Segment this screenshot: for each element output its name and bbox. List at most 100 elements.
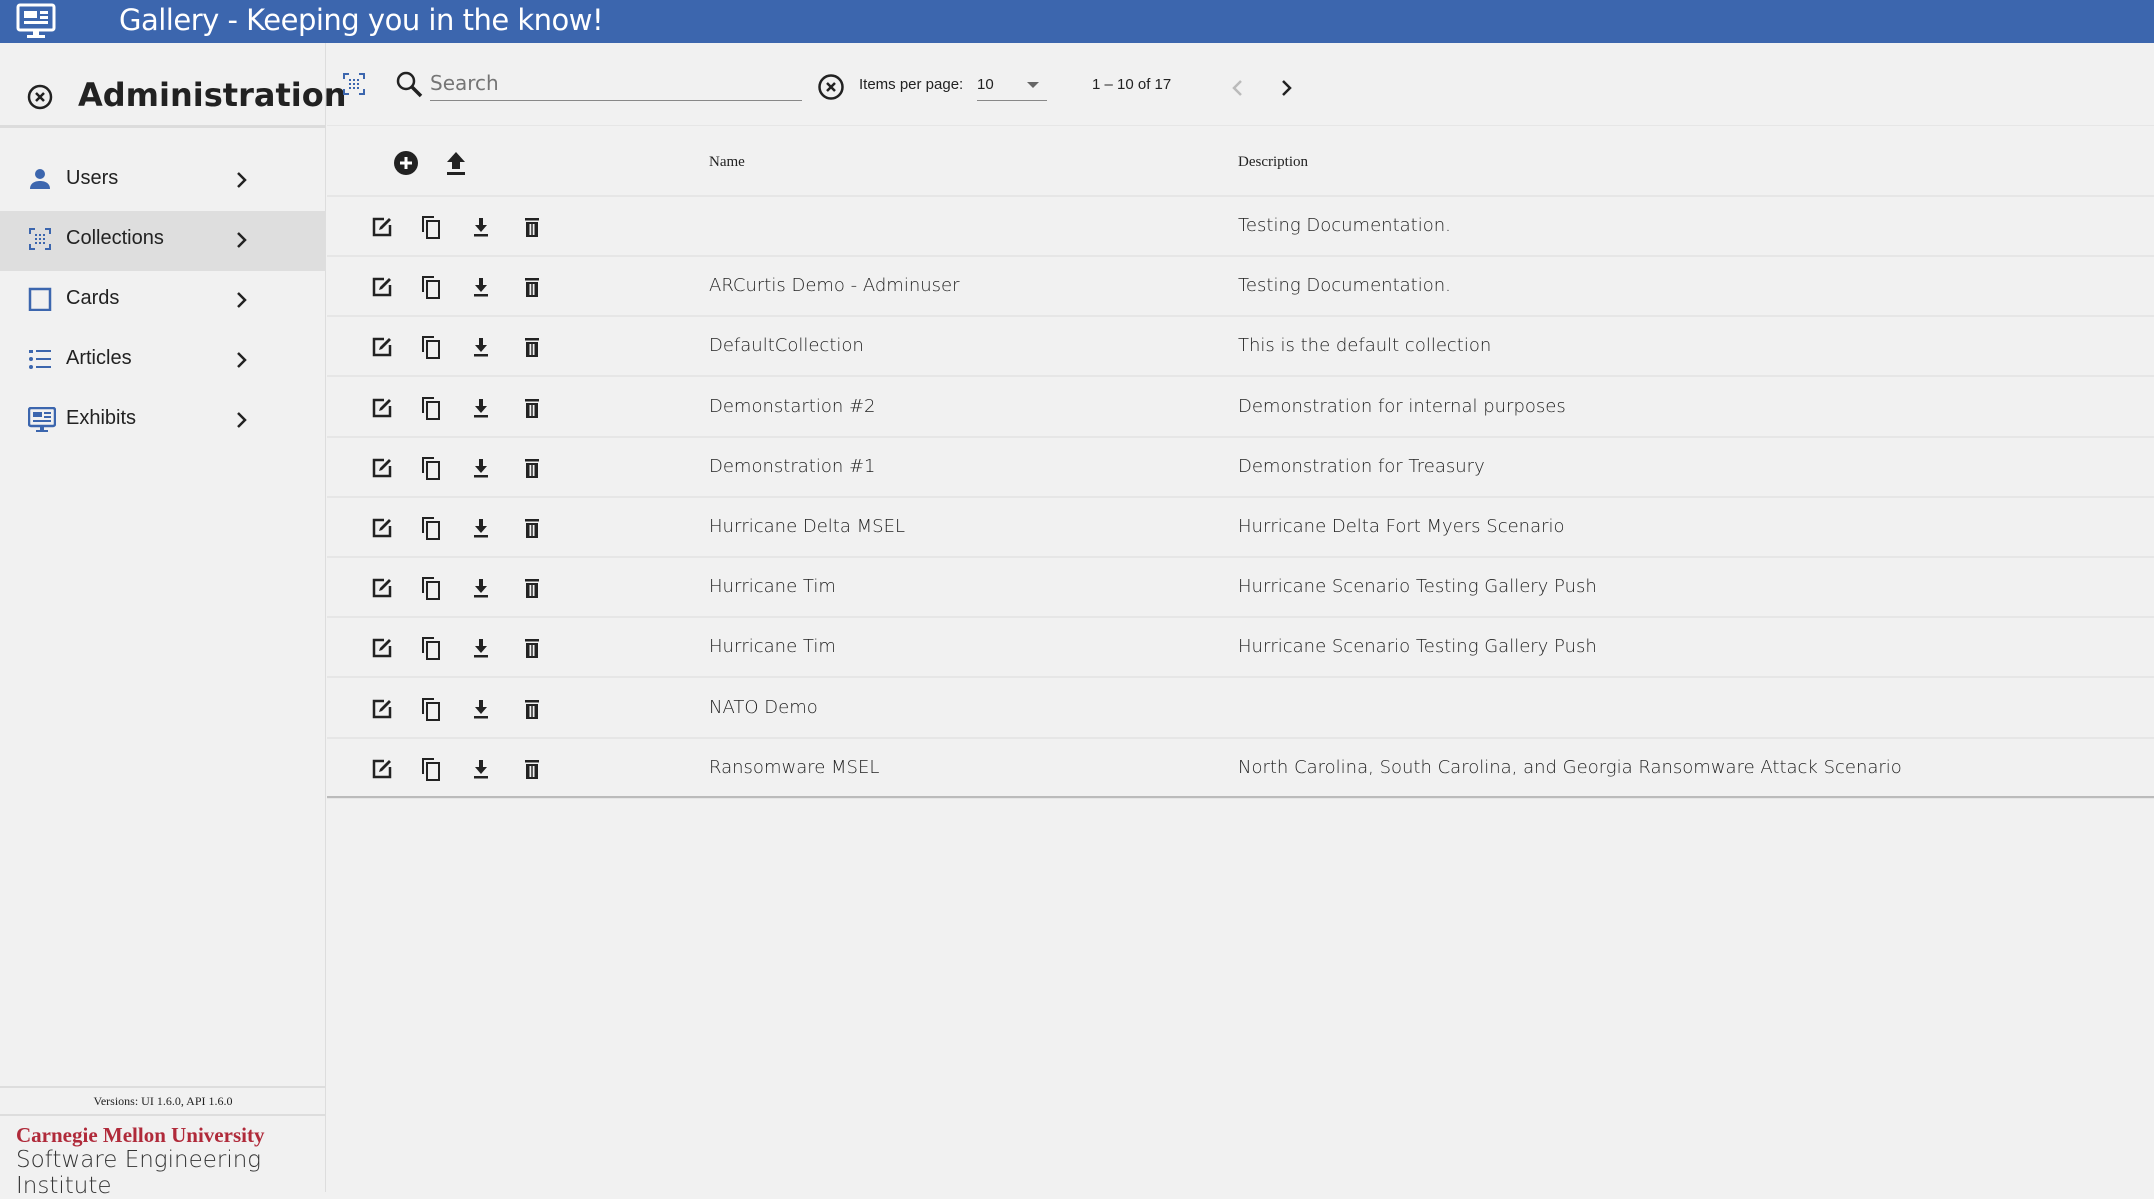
table-bottom-border <box>327 796 2154 798</box>
table-row: Hurricane Delta MSEL Hurricane Delta For… <box>327 498 2154 558</box>
chevron-right-icon <box>234 347 250 373</box>
items-per-page-value: 10 <box>977 76 994 93</box>
chevron-right-icon <box>234 407 250 433</box>
copy-button[interactable] <box>419 215 443 239</box>
copy-button[interactable] <box>419 396 443 420</box>
monitor-icon <box>28 407 56 432</box>
edit-button[interactable] <box>370 215 394 239</box>
sidebar-item-exhibits[interactable]: Exhibits <box>0 391 326 451</box>
chevron-right-icon <box>234 227 250 253</box>
divider <box>0 125 326 128</box>
delete-button[interactable] <box>520 215 544 239</box>
edit-button[interactable] <box>370 456 394 480</box>
table-row: ARCurtis Demo - Adminuser Testing Docume… <box>327 257 2154 318</box>
download-button[interactable] <box>469 396 493 420</box>
collection-name: DefaultCollection <box>709 335 864 357</box>
items-per-page-select[interactable]: 10 <box>977 71 1047 101</box>
app-title: Gallery - Keeping you in the know! <box>119 3 604 37</box>
edit-button[interactable] <box>370 275 394 299</box>
clear-search-icon[interactable] <box>817 73 845 101</box>
delete-button[interactable] <box>520 576 544 600</box>
edit-button[interactable] <box>370 516 394 540</box>
monitor-dashboard-icon <box>16 3 56 39</box>
copy-button[interactable] <box>419 697 443 721</box>
edit-button[interactable] <box>370 757 394 781</box>
delete-button[interactable] <box>520 335 544 359</box>
edit-button[interactable] <box>370 636 394 660</box>
sidebar-item-label: Users <box>66 167 119 189</box>
sidebar-item-collections[interactable]: Collections <box>0 211 326 271</box>
table-row: Ransomware MSEL North Carolina, South Ca… <box>327 739 2154 799</box>
main-content: Items per page: 10 1 – 10 of 17 Name Des… <box>327 43 2154 1192</box>
delete-button[interactable] <box>520 757 544 781</box>
delete-button[interactable] <box>520 697 544 721</box>
collection-description: Demonstration for Treasury <box>1238 455 1485 477</box>
download-button[interactable] <box>469 697 493 721</box>
edit-button[interactable] <box>370 576 394 600</box>
cmu-logo: Carnegie Mellon University <box>16 1123 265 1147</box>
delete-button[interactable] <box>520 516 544 540</box>
copy-button[interactable] <box>419 335 443 360</box>
table-row: Testing Documentation. <box>327 197 2154 257</box>
download-button[interactable] <box>469 516 493 540</box>
table-row: NATO Demo <box>327 679 2154 739</box>
download-button[interactable] <box>469 215 493 239</box>
collection-description: Testing Documentation. <box>1238 215 1451 236</box>
collection-icon <box>28 227 52 251</box>
sidebar-item-label: Cards <box>66 287 120 309</box>
sidebar-item-label: Exhibits <box>66 407 137 429</box>
download-button[interactable] <box>469 757 493 781</box>
sidebar-item-articles[interactable]: Articles <box>0 331 326 391</box>
delete-button[interactable] <box>520 396 544 420</box>
copy-button[interactable] <box>419 456 443 480</box>
copy-button[interactable] <box>419 516 443 540</box>
copy-button[interactable] <box>419 576 443 601</box>
list-icon <box>28 347 52 371</box>
prev-page-button[interactable] <box>1230 75 1246 101</box>
collection-description: Hurricane Scenario Testing Gallery Push <box>1238 576 1597 598</box>
delete-button[interactable] <box>520 456 544 480</box>
collection-name: Hurricane Tim <box>709 576 836 598</box>
version-info: Versions: UI 1.6.0, API 1.6.0 <box>0 1086 326 1116</box>
collection-icon <box>342 72 366 96</box>
collection-description: This is the default collection <box>1238 335 1492 357</box>
copy-button[interactable] <box>419 757 443 781</box>
delete-button[interactable] <box>520 636 544 660</box>
chevron-right-icon <box>234 167 250 193</box>
column-header-description[interactable]: Description <box>1238 154 1308 171</box>
sidebar-item-users[interactable]: Users <box>0 151 326 211</box>
table-header: Name Description <box>327 125 2154 197</box>
edit-button[interactable] <box>370 396 394 420</box>
page-range: 1 – 10 of 17 <box>1092 76 1172 93</box>
download-button[interactable] <box>469 456 493 480</box>
download-button[interactable] <box>469 576 493 600</box>
collection-name: Demonstartion #2 <box>709 395 876 417</box>
collection-name: Ransomware MSEL <box>709 756 880 778</box>
card-icon <box>28 287 52 311</box>
download-button[interactable] <box>469 335 493 359</box>
delete-button[interactable] <box>520 275 544 299</box>
person-icon <box>28 167 52 191</box>
column-header-name[interactable]: Name <box>709 154 745 171</box>
copy-button[interactable] <box>419 636 443 661</box>
collection-description: Hurricane Scenario Testing Gallery Push <box>1238 636 1597 658</box>
copy-button[interactable] <box>419 275 443 300</box>
search-icon <box>395 70 423 98</box>
edit-button[interactable] <box>370 335 394 359</box>
collection-name: Demonstration #1 <box>709 455 876 477</box>
collection-description: North Carolina, South Carolina, and Geor… <box>1238 756 1902 778</box>
table-row: Hurricane Tim Hurricane Scenario Testing… <box>327 618 2154 679</box>
table-row: DefaultCollection This is the default co… <box>327 317 2154 378</box>
download-button[interactable] <box>469 275 493 299</box>
collection-name: ARCurtis Demo - Adminuser <box>709 275 960 297</box>
collection-name: NATO Demo <box>709 696 818 718</box>
table-row: Hurricane Tim Hurricane Scenario Testing… <box>327 558 2154 619</box>
upload-button[interactable] <box>445 150 467 176</box>
download-button[interactable] <box>469 636 493 660</box>
add-collection-button[interactable] <box>393 150 419 176</box>
next-page-button[interactable] <box>1279 75 1295 101</box>
edit-button[interactable] <box>370 697 394 721</box>
search-input[interactable] <box>430 66 802 101</box>
close-icon[interactable] <box>27 84 53 110</box>
sidebar-item-cards[interactable]: Cards <box>0 271 326 331</box>
